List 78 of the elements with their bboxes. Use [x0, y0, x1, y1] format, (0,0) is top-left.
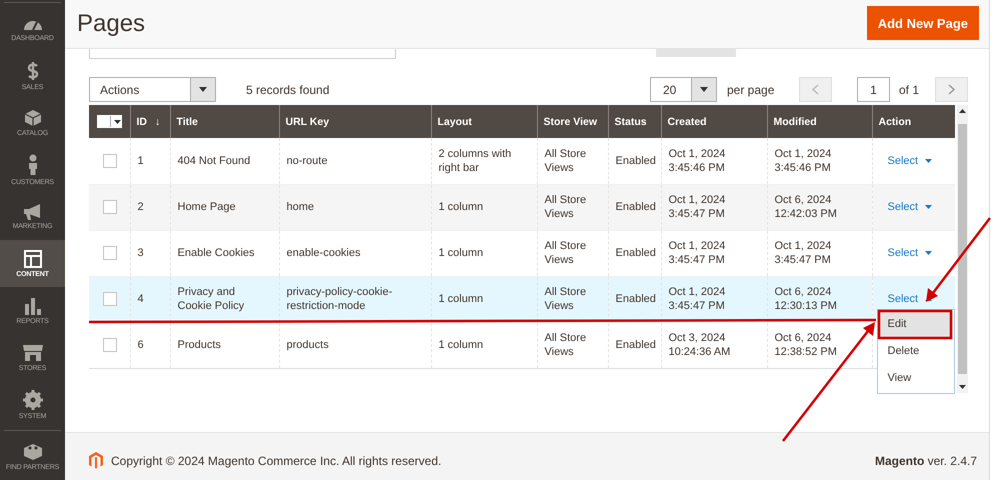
sort-arrow-icon: ↓ — [155, 116, 160, 128]
table-cell: Oct 1, 2024 3:45:47 PM — [661, 184, 767, 230]
version-text: Magento ver. 2.4.7 — [874, 454, 977, 468]
box-icon — [24, 108, 42, 126]
caret-icon — [199, 87, 207, 92]
table-cell: Enable Cookies — [170, 230, 279, 276]
table-row[interactable]: 2 Home Page home 1 column All Store Views Enabled Oct 1, 2024 3:45:47 PM Oct 6, 2024 12:42:03 PM Select — [89, 184, 955, 230]
chevron-left-icon — [812, 84, 819, 95]
next-page-button[interactable] — [935, 77, 968, 102]
column-header[interactable]: Layout — [431, 105, 537, 138]
column-header[interactable]: Title — [170, 105, 279, 138]
table-cell: enable-cookies — [279, 230, 431, 276]
bar-chart-icon — [24, 296, 42, 314]
row-checkbox[interactable] — [103, 200, 117, 214]
page-number-field[interactable]: 1 — [857, 77, 890, 102]
dollar-icon — [26, 60, 38, 80]
table-cell: All Store Views — [537, 138, 608, 184]
add-new-page-button[interactable]: Add New Page — [866, 6, 979, 40]
table-cell: All Store Views — [537, 184, 608, 230]
gear-icon — [22, 390, 42, 410]
actions-dropdown[interactable]: Actions — [89, 77, 216, 102]
table-cell: Enabled — [608, 184, 661, 230]
caret-icon — [700, 87, 708, 92]
table-cell: Enabled — [608, 230, 661, 276]
megaphone-icon — [22, 204, 42, 220]
page-title: Pages — [77, 10, 146, 38]
scroll-down-icon — [959, 385, 966, 389]
column-header[interactable]: Modified — [767, 105, 872, 138]
table-row[interactable]: 1 404 Not Found no-route 2 columns with right bar All Store Views Enabled Oct 1, 2024 3:45:46 PM Oct 1, 2024 3:45:46 PM Select — [89, 138, 955, 184]
scrollbar[interactable] — [957, 105, 968, 393]
layout-icon — [24, 250, 42, 268]
table-cell: 1 column — [431, 184, 537, 230]
column-header[interactable]: Action — [872, 105, 955, 138]
table-row[interactable]: 3 Enable Cookies enable-cookies 1 column All Store Views Enabled Oct 1, 2024 3:45:47 PM Oct 1, 2024 3:45:47 PM Select — [89, 230, 955, 276]
column-header[interactable]: URL Key — [279, 105, 431, 138]
scroll-up-icon — [959, 109, 966, 113]
table-cell: home — [279, 184, 431, 230]
column-header[interactable]: Created — [661, 105, 767, 138]
column-header[interactable]: Status — [608, 105, 661, 138]
table-cell: All Store Views — [537, 230, 608, 276]
table-cell: 2 — [130, 184, 170, 230]
column-header[interactable]: Store View — [537, 105, 608, 138]
table-cell: Oct 1, 2024 3:45:47 PM — [767, 230, 872, 276]
per-page-dropdown[interactable]: 20 — [650, 77, 717, 102]
row-checkbox[interactable] — [103, 246, 117, 260]
menu-item[interactable]: Delete — [878, 338, 952, 364]
column-header[interactable]: ID ↓ — [130, 105, 170, 138]
previous-page-button[interactable] — [799, 77, 832, 102]
block-icon — [22, 442, 42, 460]
table-cell: Oct 6, 2024 12:42:03 PM — [767, 184, 872, 230]
person-icon — [26, 154, 38, 176]
table-cell: Oct 1, 2024 3:45:46 PM — [661, 138, 767, 184]
storefront-icon — [22, 344, 44, 362]
table-cell: 3 — [130, 230, 170, 276]
table-cell: Enabled — [608, 138, 661, 184]
select-link[interactable]: Select — [888, 247, 918, 259]
table-cell: 1 column — [431, 230, 537, 276]
table-cell: Oct 1, 2024 3:45:46 PM — [767, 138, 872, 184]
table-cell: Home Page — [170, 184, 279, 230]
copyright-text: Copyright © 2024 Magento Commerce Inc. All rights reserved. — [111, 454, 442, 468]
table-cell: no-route — [279, 138, 431, 184]
select-link[interactable]: Select — [888, 154, 918, 167]
row-checkbox[interactable] — [103, 338, 117, 352]
table-cell: 2 columns with right bar — [431, 138, 537, 184]
select-link[interactable]: Select — [888, 201, 918, 213]
chevron-right-icon — [948, 84, 955, 95]
row-checkbox[interactable] — [103, 292, 117, 306]
table-cell: 404 Not Found — [170, 138, 279, 184]
logo-icon — [89, 452, 103, 469]
row-checkbox[interactable] — [103, 154, 117, 168]
table-cell: 1 — [130, 138, 170, 184]
page-count: of 1 — [898, 82, 920, 96]
caret-icon — [114, 120, 121, 124]
table-cell: Oct 1, 2024 3:45:47 PM — [661, 230, 767, 276]
mass-select-checkbox[interactable] — [97, 115, 122, 128]
select-link[interactable]: Select — [888, 293, 918, 305]
records-count: 5 records found — [246, 82, 330, 96]
per-page-label: per page — [727, 82, 776, 96]
